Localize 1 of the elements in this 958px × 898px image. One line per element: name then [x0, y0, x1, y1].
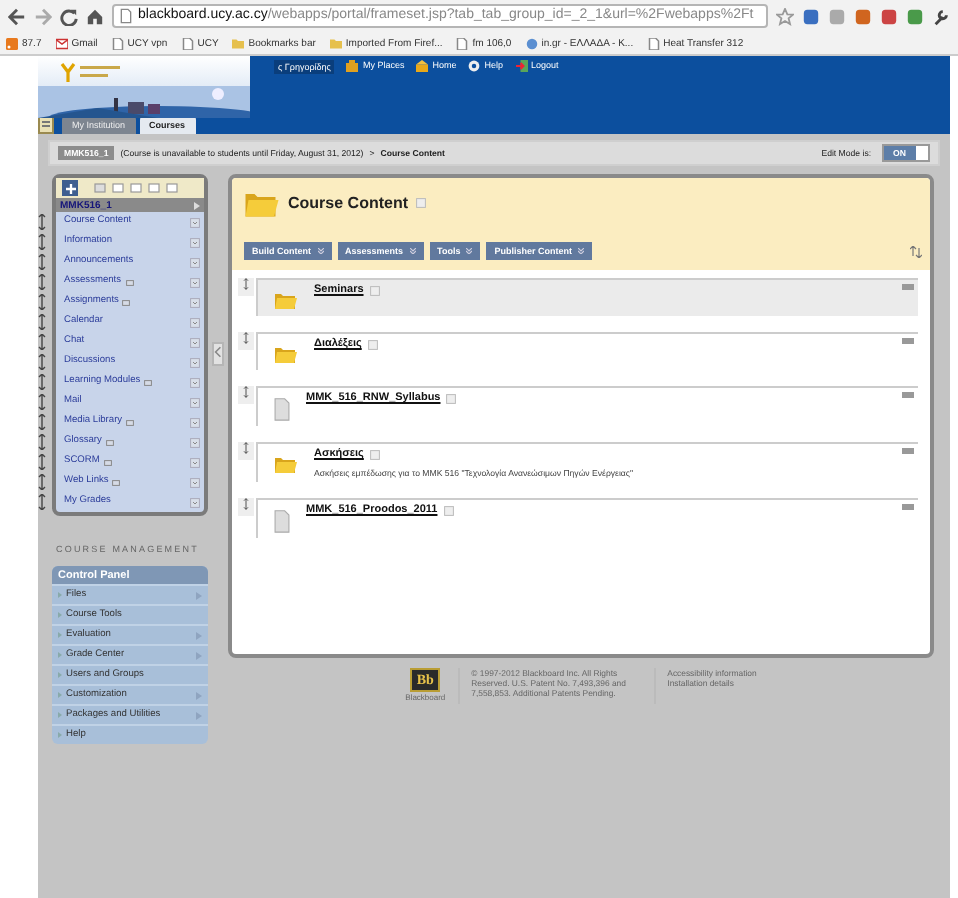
- page-title: Course Content: [288, 193, 408, 213]
